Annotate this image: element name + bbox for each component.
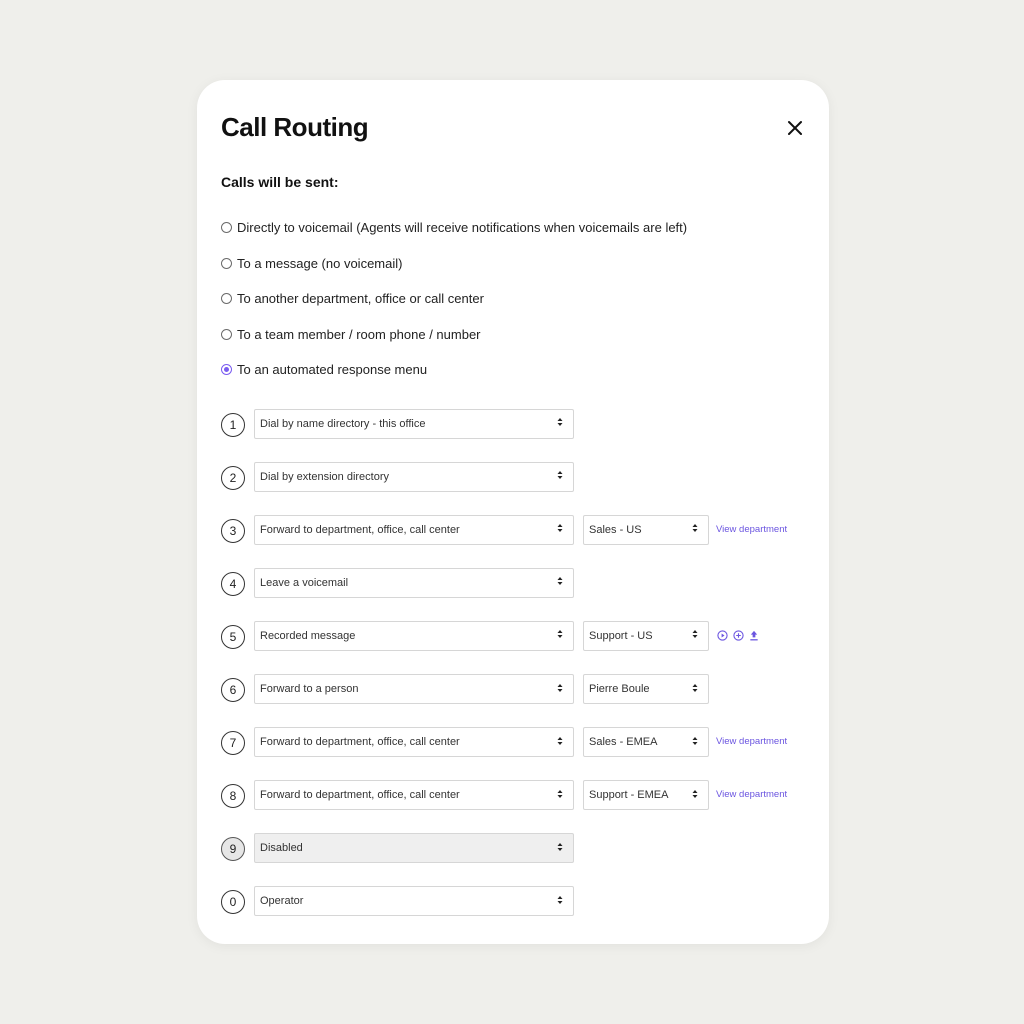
radio-button[interactable] <box>221 257 232 269</box>
menu-key-badge: 5 <box>221 624 245 649</box>
menu-key-badge: 3 <box>221 518 245 543</box>
radio-button[interactable] <box>221 293 232 305</box>
radio-label: Directly to voicemail (Agents will recei… <box>237 220 688 236</box>
chevron-updown-icon <box>557 789 563 802</box>
menu-key-badge: 1 <box>221 412 245 437</box>
action-select-value: Leave a voicemail <box>260 576 349 589</box>
target-select-value: Support - EMEA <box>589 789 669 802</box>
action-select[interactable]: Leave a voicemail <box>254 567 574 598</box>
radio-label: To a team member / room phone / number <box>237 326 481 342</box>
view-department-link[interactable]: View department <box>716 789 787 800</box>
play-icon[interactable] <box>717 630 728 641</box>
chevron-updown-icon <box>692 523 698 536</box>
action-select[interactable]: Forward to department, office, call cent… <box>254 780 574 811</box>
menu-key-badge: 0 <box>221 890 245 915</box>
view-department-link[interactable]: View department <box>716 736 787 747</box>
menu-row-6: 6 Forward to a person Pierre Boule <box>221 663 709 716</box>
automated-response-menu: 1 Dial by name directory - this office 2 Di… <box>221 398 787 929</box>
action-select[interactable]: Disabled <box>254 833 574 864</box>
action-select-value: Forward to a person <box>260 683 359 696</box>
routing-options: Directly to voicemail (Agents will recei… <box>221 210 687 388</box>
target-select[interactable]: Pierre Boule <box>583 674 709 705</box>
view-department-link[interactable]: View department <box>716 524 787 535</box>
action-select-value: Operator <box>260 895 304 908</box>
radio-label: To an automated response menu <box>237 362 428 378</box>
routing-option-2[interactable]: To a message (no voicemail) <box>221 246 687 282</box>
action-select[interactable]: Operator <box>254 886 574 917</box>
routing-option-5[interactable]: To an automated response menu <box>221 352 687 388</box>
chevron-updown-icon <box>692 789 698 802</box>
menu-key-badge: 9 <box>221 837 245 862</box>
target-select-value: Sales - US <box>589 523 642 536</box>
action-select[interactable]: Dial by name directory - this office <box>254 408 574 439</box>
upload-icon[interactable] <box>749 630 759 641</box>
close-icon[interactable] <box>785 118 805 138</box>
menu-row-2: 2 Dial by extension directory <box>221 451 574 504</box>
radio-button[interactable] <box>221 364 232 376</box>
chevron-updown-icon <box>557 736 563 749</box>
chevron-updown-icon <box>692 683 698 696</box>
action-select-value: Forward to department, office, call cent… <box>260 789 460 802</box>
menu-row-5: 5 Recorded message Support - US <box>221 610 758 663</box>
add-icon[interactable] <box>733 630 744 641</box>
action-select[interactable]: Forward to a person <box>254 674 574 705</box>
routing-option-3[interactable]: To another department, office or call ce… <box>221 281 687 317</box>
chevron-updown-icon <box>557 523 563 536</box>
target-select-value: Support - US <box>589 629 653 642</box>
radio-button[interactable] <box>221 222 232 234</box>
target-select[interactable]: Support - US <box>583 620 709 651</box>
menu-key-badge: 6 <box>221 678 245 703</box>
radio-button[interactable] <box>221 328 232 340</box>
menu-key-badge: 2 <box>221 465 245 490</box>
action-select-value: Disabled <box>260 842 303 855</box>
menu-row-0: 0 Operator <box>221 876 574 929</box>
action-select-value: Dial by name directory - this office <box>260 417 426 430</box>
action-select-value: Dial by extension directory <box>260 470 390 483</box>
target-select-value: Pierre Boule <box>589 683 650 696</box>
chevron-updown-icon <box>557 470 563 483</box>
action-select[interactable]: Dial by extension directory <box>254 461 574 492</box>
menu-key-badge: 7 <box>221 731 245 756</box>
chevron-updown-icon <box>557 895 563 908</box>
target-select[interactable]: Support - EMEA <box>583 780 709 811</box>
chevron-updown-icon <box>557 629 563 642</box>
radio-label: To a message (no voicemail) <box>237 255 403 271</box>
recording-actions <box>717 630 759 641</box>
menu-row-1: 1 Dial by name directory - this office <box>221 398 574 451</box>
menu-row-8: 8 Forward to department, office, call cen… <box>221 770 787 823</box>
menu-row-9: 9 Disabled <box>221 823 574 876</box>
menu-key-badge: 4 <box>221 571 245 596</box>
action-select-value: Forward to department, office, call cent… <box>260 523 460 536</box>
chevron-updown-icon <box>557 842 563 855</box>
routing-option-1[interactable]: Directly to voicemail (Agents will recei… <box>221 210 687 246</box>
chevron-updown-icon <box>692 629 698 642</box>
action-select[interactable]: Forward to department, office, call cent… <box>254 727 574 758</box>
routing-option-4[interactable]: To a team member / room phone / number <box>221 317 687 353</box>
routing-subtitle: Calls will be sent: <box>221 174 339 190</box>
target-select[interactable]: Sales - US <box>583 514 709 545</box>
action-select[interactable]: Recorded message <box>254 620 574 651</box>
chevron-updown-icon <box>692 736 698 749</box>
call-routing-dialog: Call Routing Calls will be sent: Directl… <box>197 80 829 944</box>
menu-key-badge: 8 <box>221 784 245 809</box>
dialog-title: Call Routing <box>221 112 369 142</box>
action-select[interactable]: Forward to department, office, call cent… <box>254 514 574 545</box>
menu-row-4: 4 Leave a voicemail <box>221 557 574 610</box>
menu-row-3: 3 Forward to department, office, call cen… <box>221 504 787 557</box>
radio-label: To another department, office or call ce… <box>237 291 484 307</box>
target-select-value: Sales - EMEA <box>589 736 658 749</box>
chevron-updown-icon <box>557 683 563 696</box>
action-select-value: Forward to department, office, call cent… <box>260 736 460 749</box>
menu-row-7: 7 Forward to department, office, call cen… <box>221 717 787 770</box>
chevron-updown-icon <box>557 417 563 430</box>
target-select[interactable]: Sales - EMEA <box>583 727 709 758</box>
chevron-updown-icon <box>557 576 563 589</box>
action-select-value: Recorded message <box>260 629 356 642</box>
